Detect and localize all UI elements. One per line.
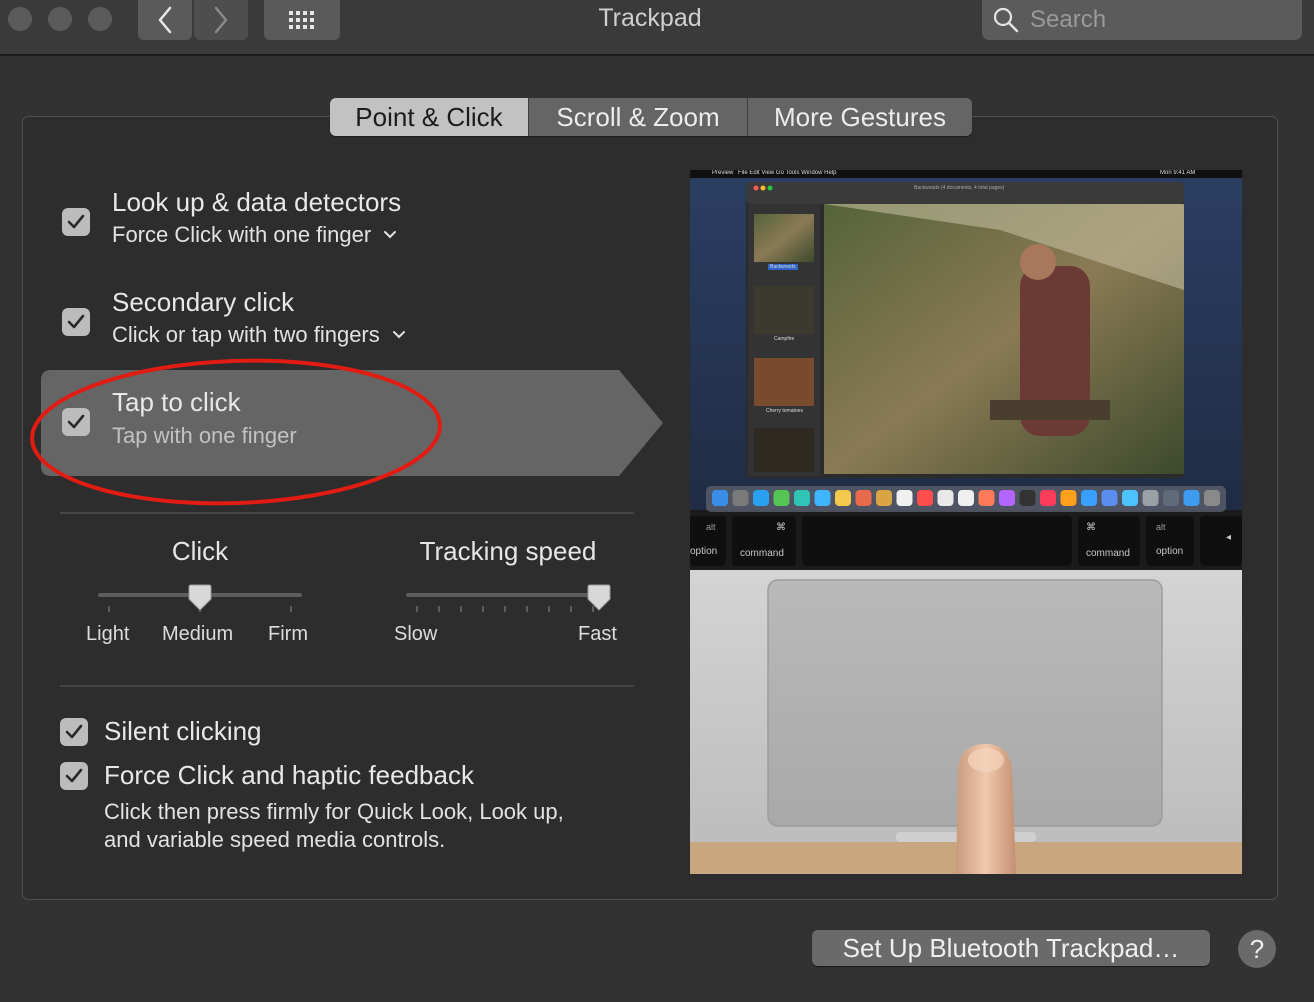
silent-clicking-checkbox[interactable] [60,718,88,746]
preview-key-label: command [740,548,784,559]
help-button[interactable]: ? [1238,930,1276,968]
lookup-title: Look up & data detectors [112,187,402,217]
title-bar: Trackpad [0,0,1314,56]
preview-key-label: option [690,546,718,557]
dock-app-icon [1163,490,1179,506]
chevron-down-icon [392,331,405,339]
preview-key-label: command [1086,548,1130,559]
force-click-description: Click then press firmly for Quick Look, … [104,798,624,854]
slider-tick [482,606,484,612]
click-slider-title: Click [171,536,229,566]
chevron-down-icon [384,231,397,239]
dock-app-icon [999,490,1015,506]
secondary-click-dropdown[interactable]: Click or tap with two fingers [112,322,406,348]
tab-point-and-click[interactable]: Point & Click [330,98,529,136]
search-field[interactable] [982,0,1302,40]
lookup-gesture-label: Force Click with one finger [112,222,372,247]
dock-app-icon [753,490,769,506]
tracking-slider-track[interactable] [406,593,610,597]
slider-tick [290,606,292,612]
left-arrow-key-icon: ◂ [1226,532,1232,543]
tap-to-click-subtitle: Tap with one finger [112,423,297,448]
preview-thumb-label: Cherry tomatoes [766,408,803,414]
dock-app-icon [1040,490,1056,506]
slider-tick [548,606,550,612]
preview-clock: Mon 9:41 AM [1160,170,1196,176]
click-label-medium: Medium [162,623,234,645]
silent-clicking-label: Silent clicking [104,716,262,746]
tap-to-click-checkbox[interactable] [62,408,90,436]
tracking-slider-knob[interactable] [587,584,611,612]
tab-scroll-and-zoom[interactable]: Scroll & Zoom [529,98,748,136]
force-click-checkbox[interactable] [60,762,88,790]
dock-app-icon [1183,490,1200,506]
dock-app-icon [773,490,790,506]
dock-app-icon [917,490,933,506]
click-label-light: Light [86,623,130,645]
divider [60,512,634,514]
command-symbol-icon: ⌘ [1086,522,1096,533]
checkmark-icon [67,214,85,229]
secondary-click-label: Click or tap with two fingers [112,322,380,347]
checkmark-icon [65,724,83,739]
slider-tick [570,606,572,612]
tab-bar: Point & Click Scroll & Zoom More Gesture… [330,98,972,136]
checkmark-icon [67,314,85,329]
gesture-preview-video: Preview File Edit View Go Tools Window H… [690,170,1242,874]
dock-app-icon [1060,490,1077,506]
search-input[interactable] [1028,4,1292,36]
preview-key-label: alt [706,522,716,532]
preview-menubar-app: Preview [712,170,734,176]
lookup-gesture-dropdown[interactable]: Force Click with one finger [112,222,397,248]
command-symbol-icon: ⌘ [776,522,786,533]
dock-app-icon [855,490,872,506]
dock-app-icon [1019,490,1036,506]
dock-app-icon [937,490,954,506]
slider-tick [504,606,506,612]
preview-key-label: option [1156,546,1184,557]
slider-tick [460,606,462,612]
tap-to-click-title: Tap to click [112,387,241,417]
dock-app-icon [1142,490,1159,506]
checkmark-icon [65,768,83,783]
dock-app-icon [896,490,913,506]
dock-app-icon [1204,490,1220,506]
secondary-click-checkbox[interactable] [62,308,90,336]
secondary-click-title: Secondary click [112,287,295,317]
lookup-checkbox[interactable] [62,208,90,236]
divider [60,685,634,687]
checkmark-icon [67,414,85,429]
tracking-slider-title: Tracking speed [419,536,597,566]
dock-app-icon [876,490,892,506]
tracking-label-fast: Fast [578,623,617,645]
slider-tick [108,606,110,612]
dock-app-icon [732,490,749,506]
tracking-label-slow: Slow [394,623,438,645]
force-click-desc-line2: and variable speed media controls. [104,827,446,852]
dock-app-icon [1122,490,1138,506]
dock-app-icon [794,490,810,506]
click-slider-knob[interactable] [188,584,212,612]
preview-thumb-label: Campfire [774,336,795,342]
search-icon [993,7,1019,33]
dock-app-icon [1081,490,1097,506]
force-click-label: Force Click and haptic feedback [104,760,474,790]
dock-app-icon [814,490,831,506]
dock-app-icon [835,490,851,506]
setup-bluetooth-trackpad-button[interactable]: Set Up Bluetooth Trackpad… [812,930,1210,966]
force-click-desc-line1: Click then press firmly for Quick Look, … [104,799,564,824]
slider-tick [416,606,418,612]
preview-key-label: alt [1156,522,1166,532]
slider-tick [526,606,528,612]
dock-app-icon [958,490,974,506]
dock-app-icon [712,490,728,506]
preview-thumb-label: Backwoods [768,264,798,270]
preview-menubar-items: File Edit View Go Tools Window Help [738,170,837,176]
preview-doc-title: Backwoods (4 documents, 4 total pages) [914,185,1005,191]
click-label-firm: Firm [268,623,308,645]
slider-tick [438,606,440,612]
tab-more-gestures[interactable]: More Gestures [748,98,972,136]
dock-app-icon [1101,490,1118,506]
dock-app-icon [978,490,995,506]
